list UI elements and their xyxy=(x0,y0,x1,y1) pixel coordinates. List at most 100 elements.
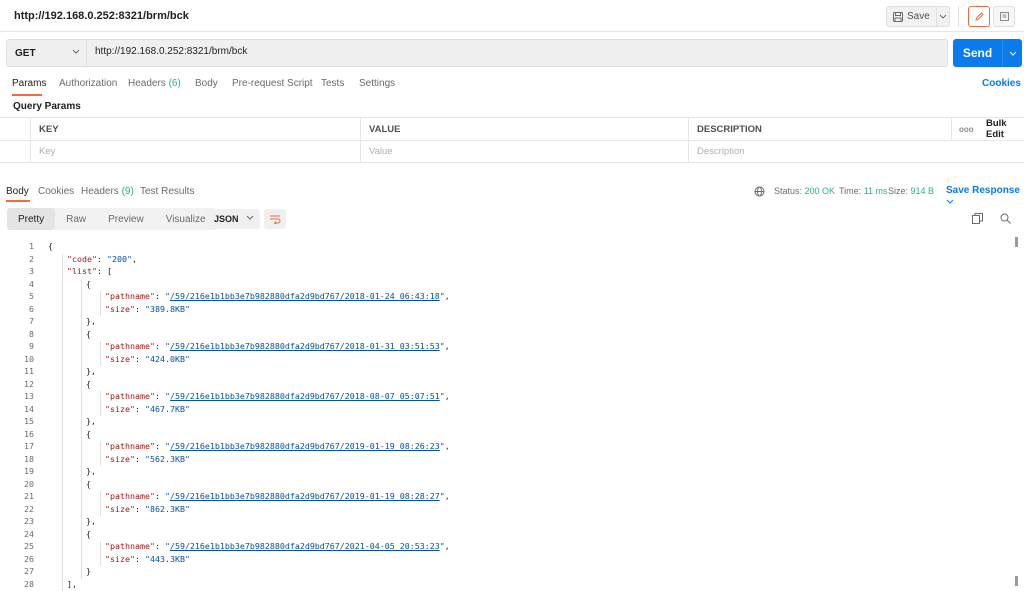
code-token: : xyxy=(97,254,107,264)
code-token: "size" xyxy=(105,504,135,514)
pathname-link[interactable]: /59/216e1b1bb3e7b982880dfa2d9bd767/2021-… xyxy=(170,541,440,551)
documentation-button[interactable] xyxy=(993,6,1015,27)
scrollbar-thumb-horizontal[interactable] xyxy=(1015,576,1018,586)
language-label: JSON xyxy=(214,214,239,224)
wrap-lines-button[interactable] xyxy=(264,209,286,229)
row-checkbox[interactable] xyxy=(0,141,30,162)
pathname-link[interactable]: /59/216e1b1bb3e7b982880dfa2d9bd767/2019-… xyxy=(170,491,440,501)
pathname-link[interactable]: /59/216e1b1bb3e7b982880dfa2d9bd767/2018-… xyxy=(170,391,440,401)
tab-headers[interactable]: Headers (6) xyxy=(128,78,181,89)
code-content: }, xyxy=(86,366,96,376)
line-number: 22 xyxy=(0,504,34,514)
code-line: 10"size": "424.0KB" xyxy=(0,354,1010,367)
code-line: 14"size": "467.7KB" xyxy=(0,404,1010,417)
line-number: 17 xyxy=(0,441,34,451)
code-line: 7}, xyxy=(0,316,1010,329)
save-response-button[interactable]: Save Response xyxy=(946,185,1024,207)
code-content: "pathname": "/59/216e1b1bb3e7b982880dfa2… xyxy=(105,291,450,301)
code-content: { xyxy=(86,329,91,339)
send-options-button[interactable] xyxy=(1003,39,1022,67)
code-token: { xyxy=(86,279,91,289)
value-input[interactable]: Value xyxy=(360,141,688,162)
tab-body[interactable]: Body xyxy=(195,78,218,89)
edit-button[interactable] xyxy=(968,6,990,27)
code-line: 2"code": "200", xyxy=(0,254,1010,267)
code-token: "list" xyxy=(67,266,97,276)
line-number: 14 xyxy=(0,404,34,414)
code-content: } xyxy=(86,566,91,576)
code-token: ], xyxy=(67,579,77,589)
save-options-button[interactable] xyxy=(937,7,949,26)
line-number: 3 xyxy=(0,266,34,276)
query-params-title: Query Params xyxy=(13,101,81,112)
code-content: { xyxy=(86,429,91,439)
code-token: { xyxy=(86,379,91,389)
table-header-row: KEY VALUE DESCRIPTION ooo Bulk Edit xyxy=(0,117,1024,140)
tab-params[interactable]: Params xyxy=(12,78,46,89)
tab-test-results[interactable]: Test Results xyxy=(140,186,194,197)
line-number: 10 xyxy=(0,354,34,364)
format-bar: Pretty Raw Preview Visualize xyxy=(7,208,217,230)
pathname-link[interactable]: /59/216e1b1bb3e7b982880dfa2d9bd767/2018-… xyxy=(170,291,440,301)
search-icon[interactable] xyxy=(1000,213,1011,224)
line-number: 11 xyxy=(0,366,34,376)
code-content: "size": "562.3KB" xyxy=(105,454,190,464)
format-pretty-button[interactable]: Pretty xyxy=(7,208,55,230)
key-input[interactable]: Key xyxy=(30,141,360,162)
bulk-edit-button[interactable]: Bulk Edit xyxy=(978,118,1024,140)
line-number: 25 xyxy=(0,541,34,551)
language-select[interactable]: JSON xyxy=(206,209,260,229)
send-button[interactable]: Send xyxy=(953,39,1003,67)
column-header-value: VALUE xyxy=(360,118,688,140)
code-content: { xyxy=(48,241,53,251)
tab-response-cookies[interactable]: Cookies xyxy=(38,186,74,197)
code-content: }, xyxy=(86,316,96,326)
tab-tests[interactable]: Tests xyxy=(321,78,344,89)
code-line: 24{ xyxy=(0,529,1010,542)
code-token: , xyxy=(445,541,450,551)
format-raw-button[interactable]: Raw xyxy=(55,208,97,230)
cookies-link[interactable]: Cookies xyxy=(982,78,1021,89)
code-token: : xyxy=(135,554,145,564)
tab-response-headers[interactable]: Headers (9) xyxy=(81,186,134,197)
scrollbar-thumb[interactable] xyxy=(1015,237,1018,247)
headers-count: (6) xyxy=(169,78,181,89)
save-button[interactable]: Save xyxy=(887,7,937,26)
copy-icon[interactable] xyxy=(972,213,983,224)
code-line: 27} xyxy=(0,566,1010,579)
chevron-down-icon xyxy=(1009,51,1017,56)
code-content: "code": "200", xyxy=(67,254,137,264)
pathname-link[interactable]: /59/216e1b1bb3e7b982880dfa2d9bd767/2018-… xyxy=(170,341,440,351)
indent-guide xyxy=(62,254,63,591)
code-token: "443.3KB" xyxy=(145,554,190,564)
code-line: 17"pathname": "/59/216e1b1bb3e7b982880df… xyxy=(0,441,1010,454)
code-content: "size": "443.3KB" xyxy=(105,554,190,564)
globe-icon[interactable] xyxy=(754,186,765,197)
method-select[interactable]: GET xyxy=(7,40,87,66)
request-title[interactable]: http://192.168.0.252:8321/brm/bck xyxy=(14,10,189,22)
description-input[interactable]: Description xyxy=(688,141,1024,162)
tab-pre-request-script[interactable]: Pre-request Script xyxy=(232,78,313,89)
url-input[interactable]: http://192.168.0.252:8321/brm/bck xyxy=(95,46,247,57)
tab-settings[interactable]: Settings xyxy=(359,78,395,89)
code-line: 8{ xyxy=(0,329,1010,342)
code-line: 21"pathname": "/59/216e1b1bb3e7b982880df… xyxy=(0,491,1010,504)
indent-guide xyxy=(100,441,101,466)
more-options-icon[interactable]: ooo xyxy=(951,118,978,140)
code-token: : [ xyxy=(97,266,112,276)
indent-guide xyxy=(100,291,101,316)
tab-authorization[interactable]: Authorization xyxy=(59,78,117,89)
code-token: : xyxy=(135,304,145,314)
tab-response-body[interactable]: Body xyxy=(6,186,29,197)
code-token: : xyxy=(155,491,165,501)
code-token: { xyxy=(86,529,91,539)
format-preview-button[interactable]: Preview xyxy=(97,208,155,230)
code-content: "size": "862.3KB" xyxy=(105,504,190,514)
line-number: 28 xyxy=(0,579,34,589)
code-token: "467.7KB" xyxy=(145,404,190,414)
code-line: 25"pathname": "/59/216e1b1bb3e7b982880df… xyxy=(0,541,1010,554)
code-line: 9"pathname": "/59/216e1b1bb3e7b982880dfa… xyxy=(0,341,1010,354)
pathname-link[interactable]: /59/216e1b1bb3e7b982880dfa2d9bd767/2019-… xyxy=(170,441,440,451)
line-number: 12 xyxy=(0,379,34,389)
response-body-viewer[interactable]: 1{2"code": "200",3"list": [4{5"pathname"… xyxy=(0,237,1024,590)
